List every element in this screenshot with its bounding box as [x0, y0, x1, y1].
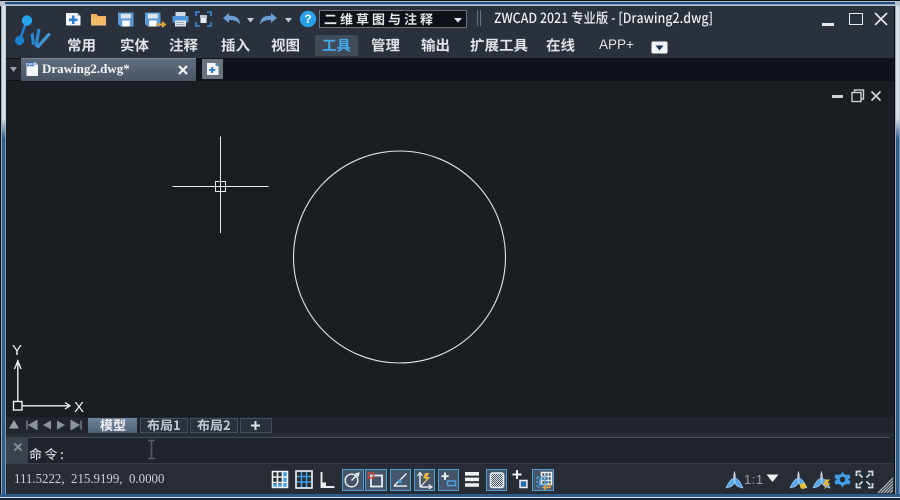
svg-text:?: ? — [304, 14, 311, 26]
svg-text:Y: Y — [12, 342, 22, 359]
svg-text:X: X — [74, 399, 84, 416]
svg-text:DWG: DWG — [26, 62, 35, 66]
